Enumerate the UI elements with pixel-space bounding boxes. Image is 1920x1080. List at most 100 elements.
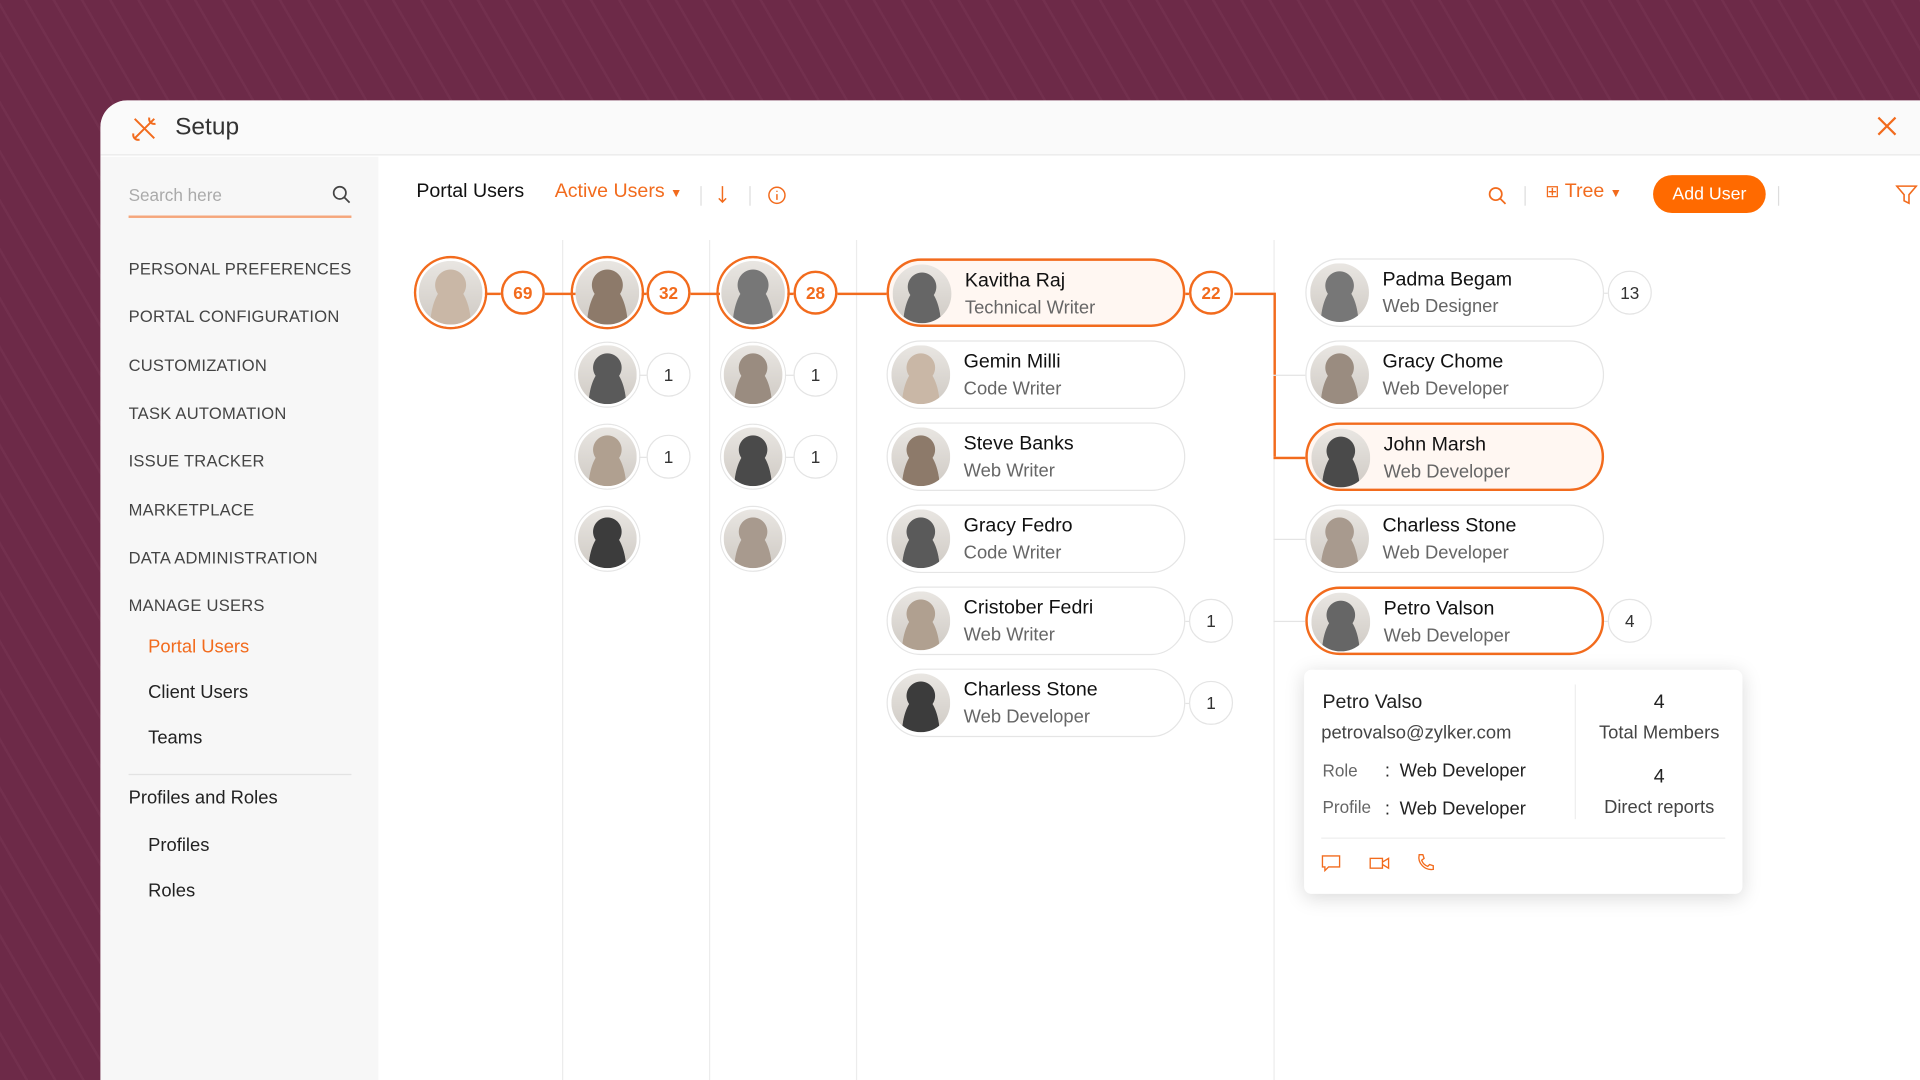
caret-down-icon: ▼ [670,187,683,201]
connector-line [837,292,887,296]
video-call-icon[interactable] [1369,856,1390,871]
sort-icon[interactable] [718,185,735,205]
count-badge[interactable]: 1 [793,434,838,479]
user-card[interactable]: Gracy Chome Web Developer [1305,340,1605,409]
separator-colon: : [1384,760,1391,782]
active-users-dropdown[interactable]: Active Users ▼ [555,181,683,203]
user-avatar[interactable] [721,424,785,489]
connector-line [1273,456,1306,460]
column-divider [708,240,711,1080]
tree-view-icon: ⊞ [1545,181,1560,201]
user-card[interactable]: Kavitha Raj Technical Writer [886,258,1186,327]
count-badge[interactable]: 69 [500,270,545,315]
count-badge[interactable]: 32 [646,270,691,315]
count-badge[interactable]: 1 [1188,680,1234,725]
nav-manage-users[interactable]: MANAGE USERS [129,596,265,614]
avatar-image [577,509,637,569]
user-name: Cristober Fedri [963,597,1094,619]
user-card[interactable]: Petro Valson Web Developer [1305,586,1605,656]
user-avatar[interactable] [575,342,640,407]
avatar-image [723,345,783,405]
user-card[interactable]: Padma Begam Web Designer [1305,258,1605,327]
avatar [1311,592,1371,652]
user-card[interactable]: Charless Stone Web Developer [886,668,1186,738]
nav-customization[interactable]: CUSTOMIZATION [129,356,268,374]
sidebar-search[interactable] [128,178,352,218]
search-icon[interactable] [332,185,352,205]
setup-window: Setup PERSONAL PREFERENCES PORTAL CONFIGU… [100,100,1920,1080]
count-badge[interactable]: 1 [646,352,691,397]
popover-email[interactable]: petrovalso@zylker.com [1321,722,1511,743]
nav-profiles-and-roles[interactable]: Profiles and Roles [129,787,278,808]
search-input[interactable] [128,178,313,211]
user-role: Web Writer [963,624,1055,646]
chat-icon[interactable] [1321,855,1341,872]
user-avatar[interactable] [721,506,785,571]
user-card[interactable]: Gemin Milli Code Writer [886,340,1186,409]
profile-value: Web Developer [1399,798,1526,820]
divider [1524,186,1526,206]
connector-line [784,456,794,458]
nav-data-administration[interactable]: DATA ADMINISTRATION [129,548,318,566]
caret-down-icon: ▼ [1609,187,1622,201]
count-badge[interactable]: 1 [793,352,838,397]
user-name: Kavitha Raj [964,270,1066,292]
connector-line [1234,292,1274,296]
count-badge[interactable]: 13 [1607,270,1652,315]
nav-client-users[interactable]: Client Users [148,682,248,703]
count-badge[interactable]: 28 [793,270,838,315]
user-name: Gracy Chome [1382,351,1504,373]
avatar [1310,509,1369,569]
user-avatar[interactable] [718,258,788,327]
user-card[interactable]: Charless Stone Web Developer [1305,504,1605,574]
search-icon[interactable] [1488,186,1508,206]
avatar-image [723,509,783,569]
profile-label: Profile [1322,797,1372,817]
add-user-button[interactable]: Add User [1653,175,1766,214]
user-card[interactable]: Steve Banks Web Writer [886,422,1186,492]
user-role: Web Writer [963,460,1055,482]
user-card[interactable]: John Marsh Web Developer [1305,422,1605,492]
user-avatar[interactable] [575,424,640,489]
user-name: Charless Stone [1382,515,1517,537]
column-divider [855,240,858,1080]
nav-task-automation[interactable]: TASK AUTOMATION [129,404,287,422]
nav-personal-preferences[interactable]: PERSONAL PREFERENCES [129,260,352,278]
user-avatar[interactable] [573,258,642,327]
view-tree-dropdown[interactable]: ⊞ Tree ▼ [1545,181,1622,203]
nav-issue-tracker[interactable]: ISSUE TRACKER [129,452,265,470]
user-name: Gracy Fedro [963,515,1073,537]
info-icon[interactable] [768,186,786,205]
total-members-count: 4 [1653,691,1665,713]
user-avatar[interactable] [416,258,485,327]
user-card[interactable]: Gracy Fedro Code Writer [886,504,1186,574]
user-avatar[interactable] [575,506,640,571]
phone-icon[interactable] [1417,853,1435,871]
direct-reports-count: 4 [1653,766,1665,788]
user-name: Petro Valson [1383,598,1495,620]
nav-teams[interactable]: Teams [148,727,202,748]
connector-line [1273,620,1306,623]
user-role: Technical Writer [964,297,1096,319]
count-badge[interactable]: 4 [1607,598,1652,643]
connector-line [1273,538,1306,541]
avatar [1310,263,1369,323]
avatar [891,673,951,733]
nav-portal-configuration[interactable]: PORTAL CONFIGURATION [129,308,340,326]
nav-profiles[interactable]: Profiles [148,835,209,856]
count-badge[interactable]: 22 [1188,270,1234,315]
filter-label: Active Users [554,181,665,203]
nav-portal-users[interactable]: Portal Users [148,637,249,658]
user-card[interactable]: Cristober Fedri Web Writer [886,586,1186,656]
count-badge[interactable]: 1 [646,434,691,479]
connector-line [784,374,794,376]
user-avatar[interactable] [721,342,785,407]
count-badge[interactable]: 1 [1188,598,1234,643]
nav-roles[interactable]: Roles [148,880,195,901]
header: Setup [100,100,1920,156]
nav-marketplace[interactable]: MARKETPLACE [129,500,255,518]
close-icon[interactable] [1876,115,1898,137]
role-label: Role [1322,760,1358,781]
divider [700,186,702,206]
filter-icon[interactable] [1895,184,1918,206]
